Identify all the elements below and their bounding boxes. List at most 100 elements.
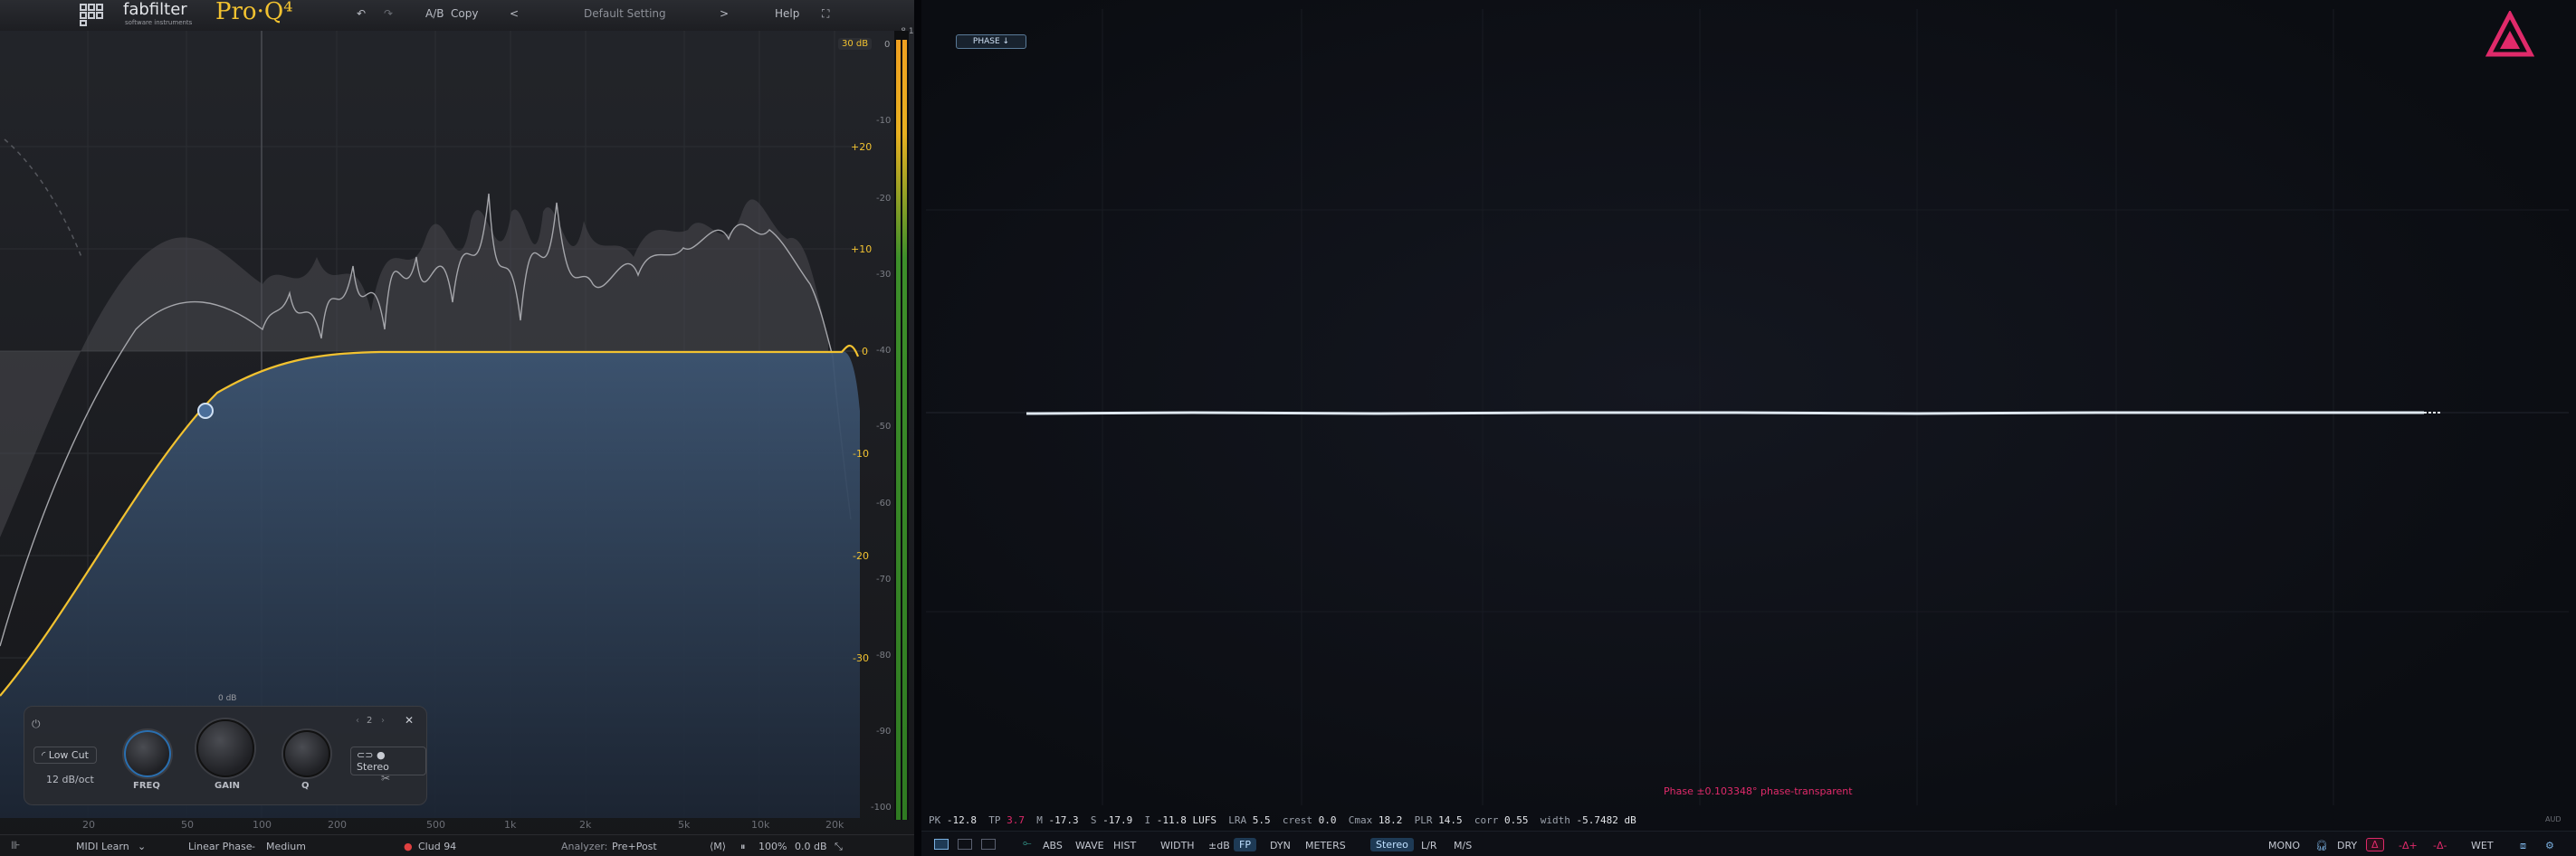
- ab-button[interactable]: A/B: [425, 7, 444, 20]
- filter-type-label: Low Cut: [48, 749, 89, 761]
- hist-button[interactable]: HIST: [1113, 840, 1136, 851]
- q-knob-label: Q: [301, 781, 310, 791]
- output-gain-value[interactable]: 0.0 dB: [795, 841, 827, 852]
- scope-view-icon[interactable]: ⟜: [1023, 836, 1032, 850]
- help-button[interactable]: Help: [775, 7, 799, 20]
- lr-button[interactable]: L/R: [1421, 840, 1436, 851]
- freq-label: 10k: [751, 819, 770, 831]
- analyzer-scale-label: -70: [876, 575, 892, 585]
- stats-bar: PK -12.8 TP 3.7 M -17.3 S -17.9 I -11.8 …: [929, 814, 1636, 826]
- band-next-icon[interactable]: ›: [381, 716, 385, 726]
- undo-icon[interactable]: ↶: [357, 7, 366, 20]
- stereo-button[interactable]: Stereo: [1370, 838, 1414, 851]
- eq-header: fabfilter software instruments Pro·Q⁴ ↶ …: [0, 0, 914, 31]
- midi-learn-button[interactable]: MIDI Learn: [76, 841, 129, 852]
- band-control-panel: 0 dB ⏻ ◜ Low Cut 12 dB/oct FREQ GAIN Q ‹…: [24, 694, 427, 805]
- snapshot-icon[interactable]: ⧈: [2520, 840, 2526, 852]
- phase-mode-button[interactable]: Linear Phase: [188, 841, 253, 852]
- scope-canvas: [926, 9, 2569, 805]
- freq-label: 1k: [504, 819, 517, 831]
- scissors-icon[interactable]: ✂: [381, 772, 390, 785]
- gain-scale-label: -10: [853, 448, 869, 460]
- midi-dropdown-icon[interactable]: ⌄: [138, 841, 146, 852]
- sidechain-dot-icon: ●: [404, 841, 413, 852]
- meters-button[interactable]: METERS: [1305, 840, 1346, 851]
- band-power-icon[interactable]: ⏻: [32, 718, 41, 731]
- wave-button[interactable]: WAVE: [1075, 840, 1104, 851]
- i-value: -11.8 LUFS: [1156, 814, 1216, 826]
- dry-button[interactable]: DRY: [2337, 840, 2357, 851]
- layout-single-icon[interactable]: [934, 839, 949, 850]
- i-label: I: [1144, 814, 1151, 826]
- headphones-icon[interactable]: 🎧︎: [2315, 840, 2328, 851]
- redo-icon[interactable]: ↷: [384, 7, 393, 20]
- copy-button[interactable]: Copy: [451, 7, 478, 20]
- layout-grid-icon[interactable]: [981, 839, 996, 850]
- band-node-2[interactable]: [197, 403, 214, 419]
- plr-label: PLR: [1414, 814, 1433, 826]
- corner-label: AUD: [2545, 815, 2562, 823]
- layout-split-icon[interactable]: [958, 839, 972, 850]
- phase-quality-button[interactable]: Medium: [266, 841, 306, 852]
- delta-button[interactable]: Δ: [2366, 838, 2384, 851]
- abs-button[interactable]: ABS: [1043, 840, 1063, 851]
- width-value: -5.7482 dB: [1576, 814, 1636, 826]
- link-icon: ⊂⊃: [357, 749, 377, 761]
- gain-knob-label: GAIN: [215, 781, 241, 791]
- freq-knob[interactable]: [124, 730, 171, 777]
- resize-icon[interactable]: ⤡: [835, 841, 843, 853]
- freq-label: 200: [328, 819, 347, 831]
- m-value: -17.3: [1048, 814, 1079, 826]
- gain-scale-label: -20: [853, 550, 869, 562]
- meter-bar-left: [896, 40, 901, 820]
- slope-label[interactable]: 12 dB/oct: [46, 774, 94, 785]
- crest-value: 0.0: [1318, 814, 1337, 826]
- phase-mode-button[interactable]: PHASE ↓: [956, 34, 1026, 49]
- analyzer-mode-button[interactable]: Pre+Post: [612, 841, 657, 852]
- wet-button[interactable]: WET: [2471, 840, 2494, 851]
- gain-scale-label: -30: [853, 652, 869, 664]
- freq-label: 50: [181, 819, 194, 831]
- q-knob[interactable]: [283, 730, 330, 777]
- brand-subtitle: software instruments: [125, 19, 193, 26]
- gain-knob[interactable]: [196, 719, 254, 777]
- zoom-value[interactable]: 100%: [758, 841, 787, 852]
- delta-plus-button[interactable]: -Δ+: [2399, 840, 2418, 851]
- analyzer-toggle-icon[interactable]: ⊪: [11, 839, 20, 851]
- sidechain-button[interactable]: Clud 94: [418, 841, 456, 852]
- freq-label: 5k: [678, 819, 691, 831]
- fabfilter-logo-icon: [78, 2, 114, 27]
- corr-label: corr: [1474, 814, 1499, 826]
- band-prev-icon[interactable]: ‹: [356, 716, 359, 726]
- analyzer-scale-label: -40: [876, 346, 892, 356]
- prev-preset-button[interactable]: <: [510, 7, 519, 20]
- s-label: S: [1090, 814, 1097, 826]
- midi-icon[interactable]: ⟨M⟩: [710, 841, 726, 852]
- fullscreen-icon[interactable]: ⛶: [822, 7, 829, 21]
- delta-minus-button[interactable]: -Δ-: [2433, 840, 2447, 851]
- width-button[interactable]: WIDTH: [1160, 840, 1195, 851]
- mono-button[interactable]: MONO: [2268, 840, 2300, 851]
- freq-label: 100: [253, 819, 272, 831]
- cmax-value: 18.2: [1378, 814, 1403, 826]
- panel-divider: [914, 0, 921, 856]
- plr-value: 14.5: [1438, 814, 1463, 826]
- range-label[interactable]: 30 dB: [838, 38, 873, 50]
- corr-value: 0.55: [1503, 814, 1529, 826]
- analyzer-scale-label: -90: [876, 727, 892, 737]
- bypass-icon[interactable]: ⏸: [740, 841, 746, 853]
- settings-gear-icon[interactable]: ⚙: [2545, 840, 2554, 851]
- preset-name[interactable]: Default Setting: [584, 7, 666, 20]
- gain-top-label: 0 dB: [218, 694, 237, 703]
- close-band-icon[interactable]: ✕: [405, 714, 414, 727]
- width-label: width: [1540, 814, 1570, 826]
- filter-type-button[interactable]: ◜ Low Cut: [33, 747, 97, 764]
- sdb-button[interactable]: ±dB: [1208, 840, 1230, 851]
- next-preset-button[interactable]: >: [720, 7, 729, 20]
- deltameter-logo-icon[interactable]: [2485, 9, 2535, 65]
- dyn-button[interactable]: DYN: [1270, 840, 1291, 851]
- brand-name: fabfilter: [123, 0, 187, 19]
- ms-button[interactable]: M/S: [1454, 840, 1472, 851]
- fp-button[interactable]: FP: [1234, 838, 1256, 851]
- m-label: M: [1036, 814, 1043, 826]
